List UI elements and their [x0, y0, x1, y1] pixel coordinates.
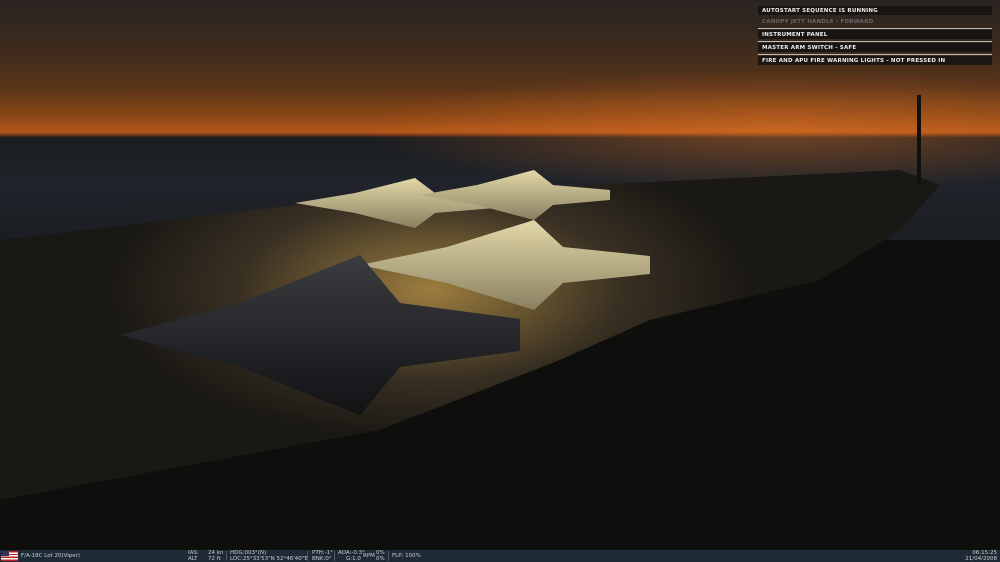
status-bar: F/A-18C Lot 20(Viper) IAS: 24 kn ALT 72 … — [0, 550, 1000, 562]
divider — [334, 551, 335, 561]
message: MASTER ARM SWITCH - SAFE — [758, 43, 992, 52]
alt-value: 72 ft — [208, 556, 221, 562]
bank: BNK:0° — [312, 556, 332, 562]
divider — [388, 551, 389, 561]
mast — [917, 95, 921, 185]
message: AUTOSTART SEQUENCE IS RUNNING — [758, 6, 992, 15]
message: CANOPY JETT HANDLE - FORWARD — [762, 19, 874, 25]
date: 21/04/2008 — [965, 556, 997, 562]
divider — [307, 551, 308, 561]
divider — [226, 551, 227, 561]
alt-label: ALT — [188, 556, 198, 562]
aircraft-name: F/A-18C Lot 20(Viper) — [21, 553, 81, 559]
rpm-label: RPM — [363, 553, 375, 559]
rpm-right: 0% — [376, 556, 385, 562]
game-viewport — [0, 0, 1000, 550]
message: INSTRUMENT PANEL — [758, 30, 992, 39]
flaps: FLP: 100% — [392, 553, 421, 559]
divider — [758, 54, 992, 55]
message: FIRE AND APU FIRE WARNING LIGHTS - NOT P… — [758, 56, 992, 65]
g-load: G:1.0 — [346, 556, 361, 562]
us-flag-icon — [1, 551, 18, 561]
autostart-messages: AUTOSTART SEQUENCE IS RUNNING CANOPY JET… — [758, 6, 992, 67]
divider — [758, 41, 992, 42]
location: LOC:25°33'53"N 52°46'40"E — [230, 556, 308, 562]
divider — [758, 28, 992, 29]
